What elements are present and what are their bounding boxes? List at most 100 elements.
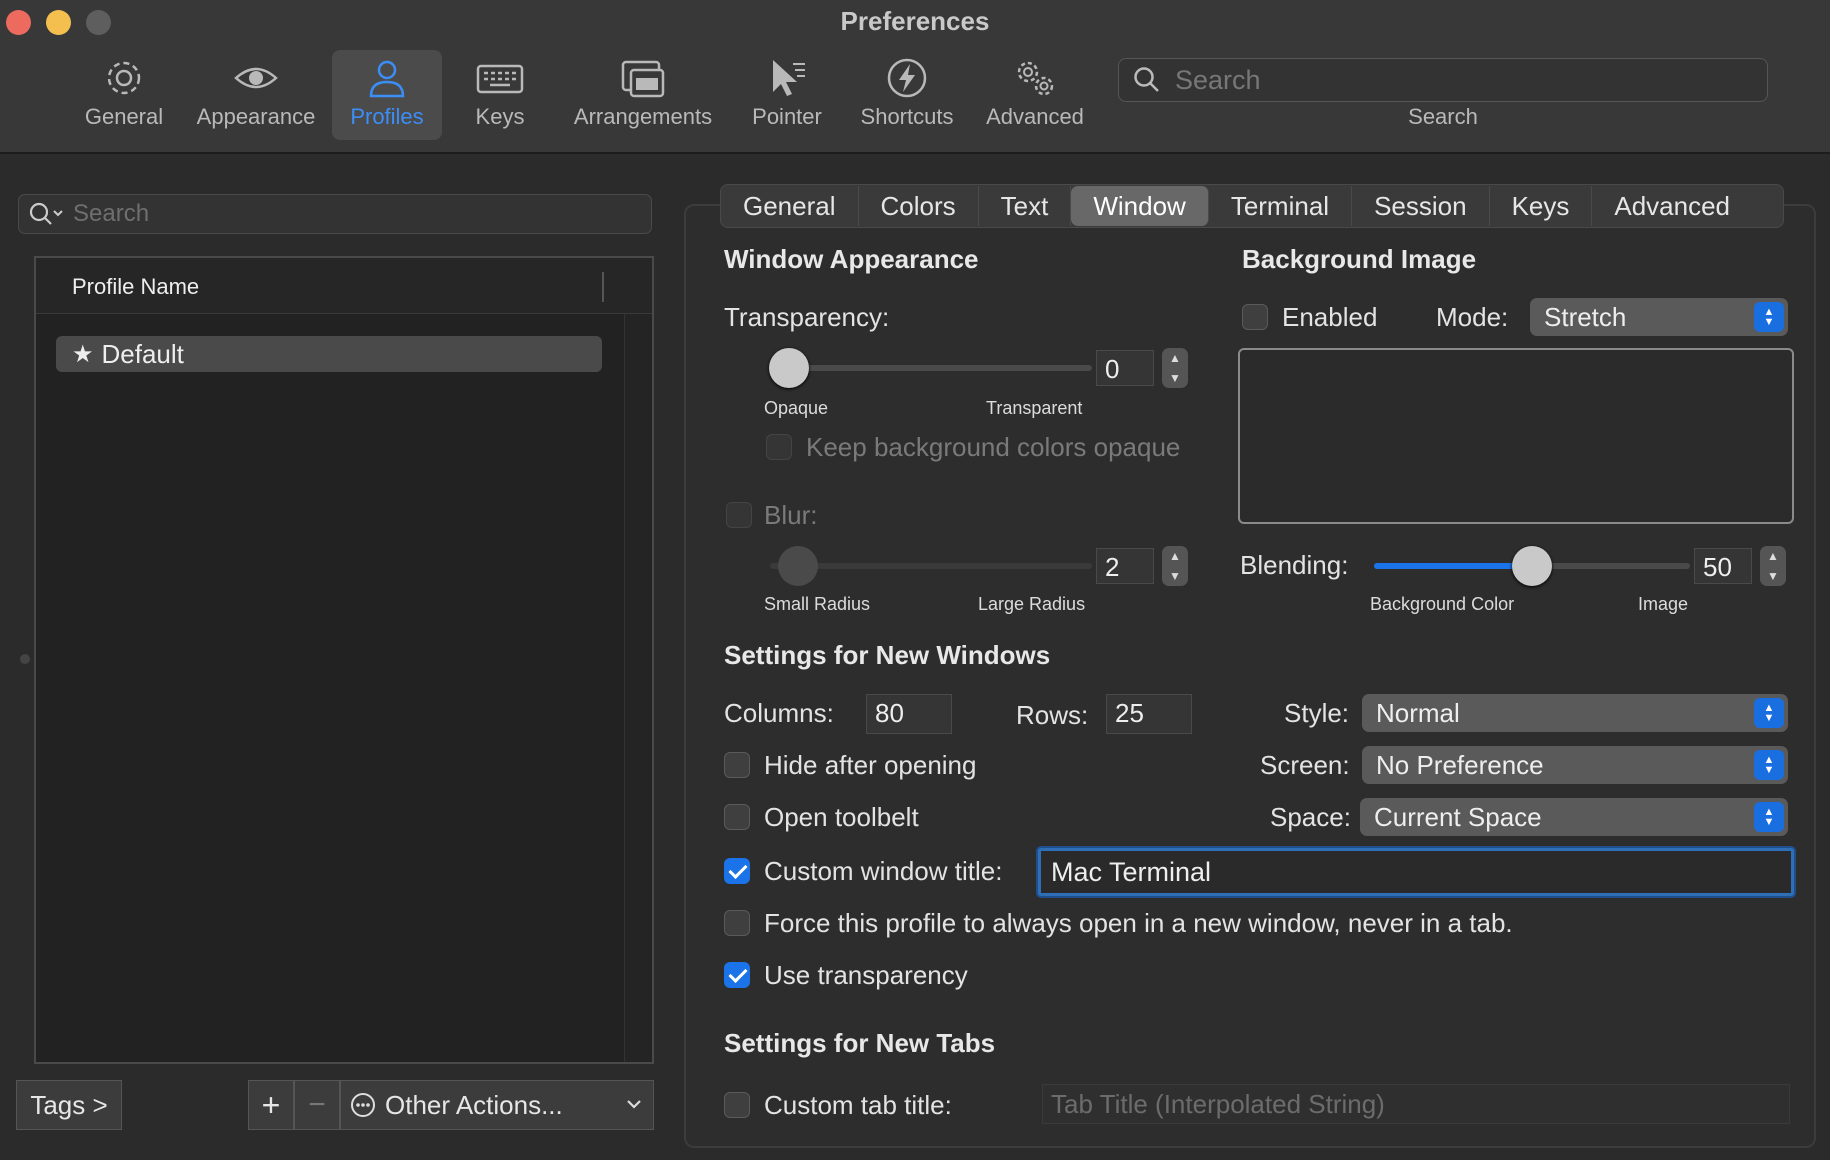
windows-icon — [621, 60, 665, 98]
profile-row-default[interactable]: ★ Default — [56, 336, 602, 372]
transparency-label: Transparency: — [724, 302, 890, 332]
mode-label: Mode: — [1436, 302, 1509, 332]
toolbar-pointer[interactable]: Pointer — [742, 50, 832, 140]
blur-min-label: Small Radius — [764, 594, 871, 614]
style-popup[interactable]: Normal ▲ ▼ — [1362, 694, 1788, 732]
transparency-value-field[interactable]: 0 — [1096, 350, 1154, 386]
keep-bg-opaque-label: Keep background colors opaque — [806, 432, 1181, 462]
tab-text[interactable]: Text — [979, 186, 1072, 226]
chevron-down-icon: ▼ — [1767, 569, 1779, 583]
split-view-handle[interactable] — [20, 654, 30, 664]
blending-value-field[interactable]: 50 — [1694, 548, 1752, 584]
chevron-up-icon: ▲ — [1169, 549, 1181, 563]
space-popup[interactable]: Current Space ▲ ▼ — [1360, 798, 1788, 836]
tab-terminal[interactable]: Terminal — [1209, 186, 1353, 226]
toolbar-arrangements[interactable]: Arrangements — [562, 50, 724, 140]
force-new-window-checkbox[interactable] — [724, 910, 750, 936]
blending-stepper[interactable]: ▲ ▼ — [1760, 546, 1786, 586]
search-icon — [1134, 67, 1159, 92]
blending-slider-fill — [1374, 563, 1532, 569]
tags-button[interactable]: Tags > — [16, 1080, 122, 1130]
bg-image-enabled-checkbox[interactable] — [1242, 304, 1268, 330]
toolbar-search[interactable] — [1118, 58, 1768, 102]
custom-tab-title-label: Custom tab title: — [764, 1090, 952, 1120]
minus-icon: − — [308, 1088, 326, 1121]
blending-slider-knob[interactable] — [1512, 546, 1552, 586]
screen-value: No Preference — [1376, 749, 1544, 780]
tab-keys[interactable]: Keys — [1490, 186, 1593, 226]
up-down-arrows-icon: ▲ ▼ — [1754, 302, 1784, 332]
open-toolbelt-checkbox[interactable] — [724, 804, 750, 830]
toolbar-profiles[interactable]: Profiles — [332, 50, 442, 140]
blur-checkbox[interactable] — [726, 502, 752, 528]
custom-tab-title-input[interactable] — [1043, 1085, 1789, 1123]
blur-slider-knob[interactable] — [778, 546, 818, 586]
mode-popup[interactable]: Stretch ▲ ▼ — [1530, 298, 1788, 336]
transparency-min-label: Opaque — [764, 398, 829, 418]
toolbar-advanced[interactable]: Advanced — [980, 50, 1090, 140]
chevron-down-icon — [627, 1100, 641, 1109]
other-actions-label: Other Actions... — [385, 1089, 563, 1120]
keyboard-icon — [476, 64, 524, 94]
screen-label: Screen: — [1260, 750, 1350, 780]
remove-profile-button[interactable]: − — [294, 1080, 340, 1130]
rows-field[interactable]: 25 — [1106, 694, 1192, 734]
custom-window-title-field[interactable] — [1038, 848, 1794, 896]
transparency-stepper[interactable]: ▲ ▼ — [1162, 348, 1188, 388]
settings-panel — [684, 204, 1816, 1148]
blur-value-field[interactable]: 2 — [1096, 548, 1154, 584]
tab-session[interactable]: Session — [1352, 186, 1490, 226]
other-actions-menu[interactable]: Other Actions... — [340, 1080, 654, 1130]
keep-bg-opaque-checkbox[interactable] — [766, 434, 792, 460]
blur-slider-track[interactable] — [770, 563, 1092, 569]
profile-search[interactable] — [18, 194, 652, 234]
blending-min-label: Background Color — [1370, 594, 1515, 614]
gears-icon — [1017, 61, 1054, 96]
custom-window-title-label: Custom window title: — [764, 856, 1003, 886]
hide-after-opening-label: Hide after opening — [764, 750, 977, 780]
toolbar-general[interactable]: General — [76, 50, 172, 140]
up-down-arrows-icon: ▲ ▼ — [1754, 698, 1784, 728]
custom-tab-title-checkbox[interactable] — [724, 1092, 750, 1118]
search-icon — [29, 202, 63, 225]
space-value: Current Space — [1374, 801, 1542, 832]
custom-tab-title-field[interactable] — [1042, 1084, 1790, 1124]
background-image-well[interactable] — [1238, 348, 1794, 524]
toolbar-shortcuts-label: Shortcuts — [860, 104, 954, 129]
tab-advanced[interactable]: Advanced — [1592, 186, 1752, 226]
up-down-arrows-icon: ▲ ▼ — [1754, 750, 1784, 780]
hide-after-opening-checkbox[interactable] — [724, 752, 750, 778]
columns-field[interactable]: 80 — [866, 694, 952, 734]
toolbar-general-label: General — [84, 104, 164, 129]
transparency-slider-track[interactable] — [770, 365, 1092, 371]
add-profile-button[interactable]: + — [248, 1080, 294, 1130]
blur-stepper[interactable]: ▲ ▼ — [1162, 546, 1188, 586]
eye-icon — [234, 67, 278, 89]
profile-name-column-header[interactable]: Profile Name — [36, 258, 652, 314]
use-transparency-checkbox[interactable] — [724, 962, 750, 988]
profile-search-input[interactable] — [73, 200, 633, 228]
custom-window-title-input[interactable] — [1041, 851, 1791, 893]
toolbar-shortcuts[interactable]: Shortcuts — [852, 50, 962, 140]
toolbar-search-input[interactable] — [1175, 64, 1735, 96]
toolbar-appearance[interactable]: Appearance — [188, 50, 324, 140]
use-transparency-label: Use transparency — [764, 960, 968, 990]
tab-general[interactable]: General — [721, 186, 859, 226]
chevron-up-icon: ▲ — [1767, 549, 1779, 563]
blending-max-label: Image — [1638, 594, 1689, 614]
screen-popup[interactable]: No Preference ▲ ▼ — [1362, 746, 1788, 784]
toolbar-keys[interactable]: Keys — [458, 50, 542, 140]
transparency-slider-knob[interactable] — [769, 348, 809, 388]
bolt-icon — [887, 58, 927, 98]
toolbar-profiles-label: Profiles — [350, 104, 424, 129]
chevron-up-icon: ▲ — [1169, 351, 1181, 365]
toolbar-pointer-label: Pointer — [752, 104, 822, 129]
force-new-window-label: Force this profile to always open in a n… — [764, 908, 1513, 938]
tab-window[interactable]: Window — [1071, 186, 1209, 226]
tab-colors[interactable]: Colors — [859, 186, 979, 226]
custom-window-title-checkbox[interactable] — [724, 858, 750, 884]
toolbar-arrangements-label: Arrangements — [573, 104, 713, 129]
blending-label: Blending: — [1240, 550, 1349, 580]
profile-scrollbar[interactable] — [624, 314, 652, 1062]
up-down-arrows-icon: ▲ ▼ — [1754, 802, 1784, 832]
